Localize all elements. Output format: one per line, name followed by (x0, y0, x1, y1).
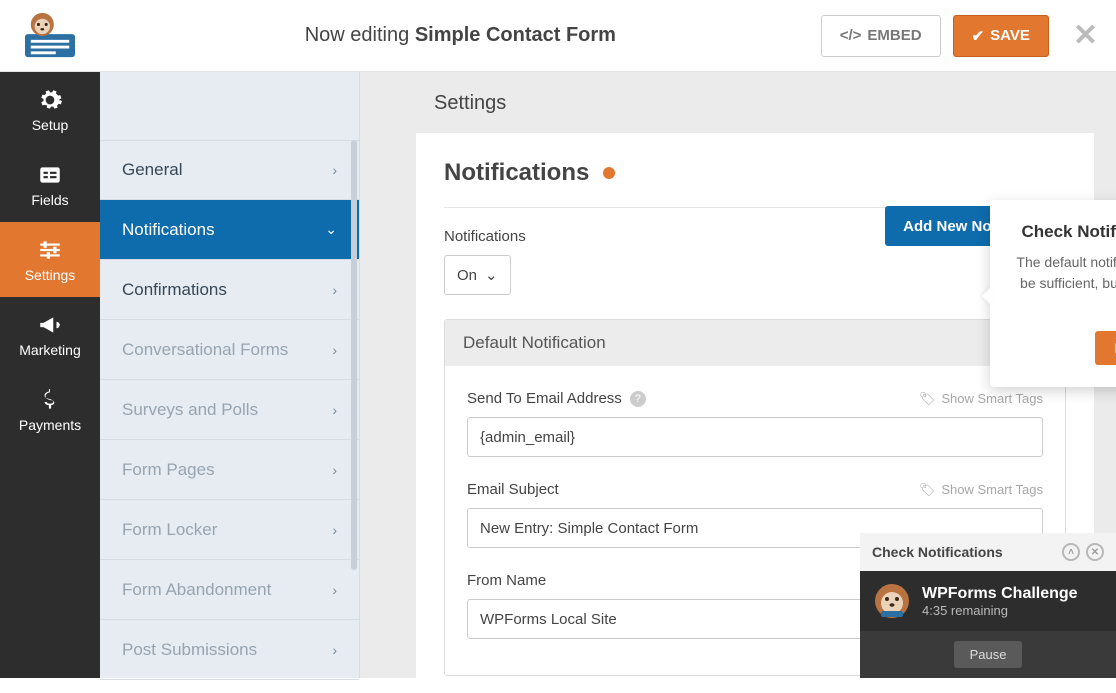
embed-button[interactable]: </> EMBED (821, 15, 941, 57)
editing-prefix: Now editing (305, 24, 410, 46)
notifications-toggle[interactable]: On ⌄ (444, 255, 511, 295)
embed-icon: </> (840, 27, 862, 44)
chevron-down-icon: ⌄ (325, 221, 337, 238)
rail-label: Fields (31, 192, 68, 208)
rail-marketing[interactable]: Marketing (0, 297, 100, 372)
card-title: Default Notification (463, 333, 606, 353)
challenge-body: WPForms Challenge 4:35 remaining (860, 571, 1116, 631)
tag-icon: 🏷 (919, 391, 936, 407)
nav-rail: Setup Fields Settings Marketing Payments (0, 72, 100, 678)
rail-fields[interactable]: Fields (0, 147, 100, 222)
popover-title: Check Notification Settings (1010, 222, 1116, 242)
chevron-right-icon: › (332, 402, 337, 418)
subnav-general[interactable]: General› (100, 140, 359, 200)
rail-settings[interactable]: Settings (0, 222, 100, 297)
rail-label: Setup (32, 117, 69, 133)
popover-done-button[interactable]: Done (1095, 331, 1116, 365)
rail-setup[interactable]: Setup (0, 72, 100, 147)
bullhorn-icon (37, 312, 63, 338)
help-icon[interactable]: ? (630, 391, 646, 407)
rail-payments[interactable]: Payments (0, 372, 100, 447)
field-label-sendto: Send To Email Address ? (467, 390, 646, 407)
check-icon: ✔ (972, 27, 985, 45)
top-bar: Now editing Simple Contact Form </> EMBE… (0, 0, 1116, 72)
popover-body: The default notification settings might … (1010, 252, 1116, 315)
settings-header: Settings (360, 72, 1116, 133)
minimize-icon[interactable]: ˄ (1062, 543, 1080, 561)
subnav-notifications[interactable]: Notifications⌄ (100, 200, 359, 260)
chevron-right-icon: › (332, 522, 337, 538)
subnav-surveys[interactable]: Surveys and Polls› (100, 380, 359, 440)
gear-icon (37, 87, 63, 113)
editing-form-name: Simple Contact Form (415, 24, 616, 46)
rail-label: Marketing (19, 342, 80, 358)
chevron-down-icon: ⌄ (485, 266, 498, 284)
pause-button[interactable]: Pause (954, 641, 1023, 668)
editing-title: Now editing Simple Contact Form (100, 24, 821, 47)
challenge-remaining: 4:35 remaining (922, 603, 1078, 618)
field-label-from: From Name (467, 572, 546, 589)
challenge-widget: Check Notifications ˄ ✕ WPForms Challeng… (860, 533, 1116, 678)
rail-label: Settings (25, 267, 76, 283)
mascot-icon (874, 583, 910, 619)
chevron-right-icon: › (332, 162, 337, 178)
subnav-formlocker[interactable]: Form Locker› (100, 500, 359, 560)
save-label: SAVE (990, 27, 1030, 44)
chevron-right-icon: › (332, 462, 337, 478)
subnav-conversational[interactable]: Conversational Forms› (100, 320, 359, 380)
tag-icon: 🏷 (919, 482, 936, 498)
smart-tags-link[interactable]: 🏷 Show Smart Tags (919, 391, 1043, 407)
subnav-postsub[interactable]: Post Submissions› (100, 620, 359, 680)
send-to-input[interactable] (467, 417, 1043, 457)
scrollbar[interactable] (351, 140, 357, 570)
settings-subnav: General› Notifications⌄ Confirmations› C… (100, 72, 360, 678)
chevron-right-icon: › (332, 342, 337, 358)
panel-title: Notifications (416, 159, 1094, 187)
subnav-confirmations[interactable]: Confirmations› (100, 260, 359, 320)
list-icon (37, 162, 63, 188)
sliders-icon (37, 237, 63, 263)
field-label-subject: Email Subject (467, 481, 559, 498)
subnav-formpages[interactable]: Form Pages› (100, 440, 359, 500)
close-icon[interactable]: ✕ (1086, 543, 1104, 561)
app-logo (0, 11, 100, 61)
chevron-right-icon: › (332, 582, 337, 598)
challenge-title: WPForms Challenge (922, 585, 1078, 603)
challenge-step: Check Notifications ˄ ✕ (860, 533, 1116, 571)
chevron-right-icon: › (332, 642, 337, 658)
status-dot-icon (603, 167, 615, 179)
close-icon[interactable]: ✕ (1073, 18, 1098, 53)
chevron-right-icon: › (332, 282, 337, 298)
rail-label: Payments (19, 417, 81, 433)
smart-tags-link[interactable]: 🏷 Show Smart Tags (919, 482, 1043, 498)
embed-label: EMBED (867, 27, 921, 44)
subnav-abandon[interactable]: Form Abandonment› (100, 560, 359, 620)
card-header: Default Notification ✎ ˄ (445, 320, 1065, 366)
dollar-icon (37, 387, 63, 413)
hint-popover: Check Notification Settings The default … (990, 200, 1116, 387)
save-button[interactable]: ✔ SAVE (953, 15, 1049, 57)
